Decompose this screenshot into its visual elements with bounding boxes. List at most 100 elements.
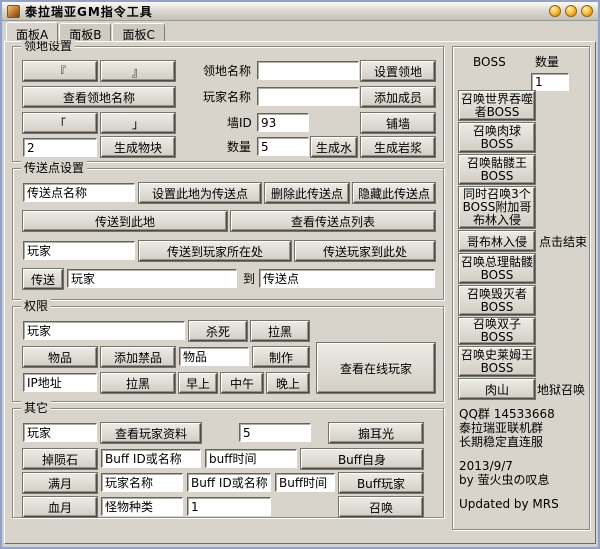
territory-group: 领地设置 『 』 领地名称 设置领地 查看领地名称 玩家名称 添加成员 「 」 … — [12, 46, 444, 162]
teleport-group-title: 传送点设置 — [21, 161, 87, 175]
send-button[interactable]: 传送 — [23, 269, 63, 289]
tabstrip: 面板A 面板B 面板C — [6, 23, 166, 42]
slap-button[interactable]: 搧耳光 — [329, 423, 423, 443]
generate-block-button[interactable]: 生成物块 — [101, 137, 175, 157]
evening-button[interactable]: 晚上 — [267, 373, 309, 393]
summon-three-boss-goblin-button[interactable]: 同时召唤3个BOSS附加哥布林入侵 — [459, 187, 535, 228]
generate-water-button[interactable]: 生成水 — [311, 137, 357, 157]
send-player-input[interactable] — [67, 269, 237, 288]
add-member-button[interactable]: 添加成员 — [361, 87, 435, 107]
item-input[interactable] — [179, 347, 249, 366]
block-corner1-button[interactable]: 「 — [23, 113, 97, 133]
add-banned-item-button[interactable]: 添加禁品 — [101, 347, 175, 367]
noon-button[interactable]: 中午 — [221, 373, 263, 393]
boss-quantity-input[interactable] — [531, 73, 569, 91]
summon-king-slime-button[interactable]: 召唤史莱姆王BOSS — [459, 347, 535, 376]
view-player-profile-button[interactable]: 查看玩家资料 — [101, 423, 201, 443]
monster-count-input[interactable] — [187, 497, 271, 516]
summon-eater-of-worlds-button[interactable]: 召唤世界吞噬者BOSS — [459, 91, 535, 120]
drop-meteor-button[interactable]: 掉陨石 — [23, 449, 97, 469]
quantity-input[interactable] — [257, 137, 309, 156]
wall-of-flesh-note: 地狱召唤 — [537, 383, 585, 397]
monster-type-input[interactable] — [101, 497, 183, 516]
teleport-player-input[interactable] — [23, 241, 135, 260]
author-credit: by 萤火虫の叹息 — [459, 473, 550, 487]
blood-moon-button[interactable]: 血月 — [23, 497, 97, 517]
other-group: 其它 查看玩家资料 搧耳光 掉陨石 Buff自身 满月 Buff玩家 血月 召唤 — [12, 408, 444, 518]
wall-id-input[interactable] — [257, 113, 309, 132]
boss-label: BOSS — [473, 55, 506, 69]
qq-group-name: 泰拉瑞亚联机群 — [459, 421, 543, 435]
wall-of-flesh-button[interactable]: 肉山 — [459, 379, 535, 399]
boss-panel: BOSS 数量 召唤世界吞噬者BOSS 召唤肉球BOSS 召唤骷髅王BOSS 同… — [452, 46, 590, 530]
territory-corner1-button[interactable]: 『 — [23, 61, 97, 81]
qq-group-desc: 长期稳定直连服 — [459, 435, 543, 449]
wall-id-label: 墙ID — [227, 116, 252, 130]
titlebar: 泰拉瑞亚GM指令工具 — [2, 2, 598, 21]
territory-corner2-button[interactable]: 』 — [101, 61, 175, 81]
maximize-button[interactable] — [565, 5, 577, 17]
lay-wall-button[interactable]: 铺墙 — [361, 113, 435, 133]
full-moon-button[interactable]: 满月 — [23, 473, 97, 493]
view-territory-name-button[interactable]: 查看领地名称 — [23, 87, 175, 107]
permission-group: 权限 杀死 拉黑 物品 添加禁品 制作 查看在线玩家 拉黑 早上 中午 晚上 — [12, 306, 444, 402]
view-online-players-button[interactable]: 查看在线玩家 — [317, 343, 435, 393]
craft-button[interactable]: 制作 — [253, 347, 309, 367]
send-target-input[interactable] — [259, 269, 435, 288]
minimize-button[interactable] — [549, 5, 561, 17]
summon-skeletron-button[interactable]: 召唤骷髅王BOSS — [459, 155, 535, 184]
buff-time-input[interactable] — [205, 449, 297, 468]
version-date: 2013/9/7 — [459, 459, 513, 473]
summon-flesh-ball-boss-button[interactable]: 召唤肉球BOSS — [459, 123, 535, 152]
summon-destroyer-button[interactable]: 召唤毁灭者BOSS — [459, 286, 535, 315]
close-button[interactable] — [581, 5, 593, 17]
updater-credit: Updated by MRS — [459, 497, 559, 511]
generate-lava-button[interactable]: 生成岩浆 — [361, 137, 435, 157]
goblin-invasion-note: 点击结束 — [539, 235, 587, 249]
morning-button[interactable]: 早上 — [179, 373, 217, 393]
other-player-input[interactable] — [23, 423, 97, 442]
teleport-player-here-button[interactable]: 传送玩家到此处 — [295, 241, 435, 261]
set-teleport-here-button[interactable]: 设置此地为传送点 — [139, 183, 261, 203]
teleport-name-input[interactable] — [23, 183, 135, 202]
buff-player-name-input[interactable] — [101, 473, 183, 492]
tab-panel-c[interactable]: 面板C — [112, 23, 164, 41]
territory-player-label: 玩家名称 — [203, 90, 251, 104]
tab-panel-a[interactable]: 面板A — [6, 22, 58, 41]
teleport-to-point-button[interactable]: 传送到此地 — [23, 211, 227, 231]
app-icon — [7, 5, 20, 18]
goblin-invasion-button[interactable]: 哥布林入侵 — [459, 231, 535, 251]
delete-teleport-button[interactable]: 删除此传送点 — [265, 183, 349, 203]
buff-id2-input[interactable] — [187, 473, 271, 492]
territory-player-input[interactable] — [257, 87, 359, 106]
set-territory-button[interactable]: 设置领地 — [361, 61, 435, 81]
buff-id-input[interactable] — [101, 449, 201, 468]
summon-monster-button[interactable]: 召唤 — [339, 497, 423, 517]
teleport-to-player-button[interactable]: 传送到玩家所在处 — [139, 241, 291, 261]
to-label: 到 — [243, 272, 255, 286]
ban-player-button[interactable]: 拉黑 — [251, 321, 309, 341]
boss-quantity-label: 数量 — [535, 55, 559, 69]
buff-player-button[interactable]: Buff玩家 — [339, 473, 423, 493]
teleport-group: 传送点设置 设置此地为传送点 删除此传送点 隐藏此传送点 传送到此地 查看传送点… — [12, 168, 444, 300]
kill-button[interactable]: 杀死 — [189, 321, 247, 341]
permission-group-title: 权限 — [21, 299, 51, 313]
item-button[interactable]: 物品 — [23, 347, 97, 367]
territory-name-label: 领地名称 — [203, 64, 251, 78]
summon-skeletron-prime-button[interactable]: 召唤总理骷髅BOSS — [459, 254, 535, 283]
other-group-title: 其它 — [21, 401, 51, 415]
ban-ip-button[interactable]: 拉黑 — [101, 373, 175, 393]
summon-twins-button[interactable]: 召唤双子BOSS — [459, 318, 535, 344]
block-id-input[interactable] — [23, 138, 97, 157]
ip-address-input[interactable] — [23, 373, 97, 392]
quantity-label: 数量 — [227, 140, 251, 154]
permission-player-input[interactable] — [23, 321, 185, 340]
buff-time2-input[interactable] — [275, 473, 335, 492]
block-corner2-button[interactable]: 」 — [101, 113, 175, 133]
territory-name-input[interactable] — [257, 61, 359, 80]
buff-self-button[interactable]: Buff自身 — [301, 449, 423, 469]
qq-group-number: QQ群 14533668 — [459, 407, 555, 421]
hide-teleport-button[interactable]: 隐藏此传送点 — [353, 183, 435, 203]
slap-count-input[interactable] — [239, 423, 311, 442]
view-teleport-list-button[interactable]: 查看传送点列表 — [231, 211, 435, 231]
